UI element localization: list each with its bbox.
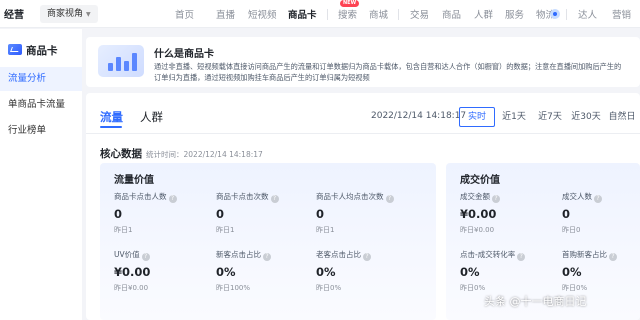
metric-value: 0% xyxy=(562,265,582,279)
active-tab-indicator xyxy=(100,126,122,128)
current-date: 2022/12/14 14:18:17 xyxy=(371,111,467,121)
metric-previous: 昨日1 xyxy=(216,226,235,234)
chart-icon xyxy=(8,44,22,55)
metric-label: 新客点击占比 xyxy=(216,250,261,259)
nav-item-goods[interactable]: 商品 xyxy=(442,7,461,21)
sidebar-item-traffic-analysis[interactable]: 流量分析 xyxy=(0,67,82,91)
metric-previous: 昨日0% xyxy=(562,284,588,292)
nav-item-home[interactable]: 首页 xyxy=(175,7,194,21)
metric-value: 0 xyxy=(562,207,571,221)
main-content: 什么是商品卡 通过非直播、短视频载体直接访问商品产生的流量和订单数据归为商品卡载… xyxy=(86,29,640,320)
watermark-text: 头条 @十一电商日记 xyxy=(484,295,587,308)
range-1day-button[interactable]: 近1天 xyxy=(496,107,532,127)
range-30day-button[interactable]: 近30天 xyxy=(568,107,604,127)
sidebar: 商品卡 流量分析 单商品卡流量 行业榜单 xyxy=(0,29,82,320)
metric-value: 0 xyxy=(114,207,123,221)
help-icon[interactable]: ? xyxy=(609,253,617,261)
metric-new-customer-click-ratio: 新客点击占比? 0% 昨日100% xyxy=(216,249,316,293)
sidebar-item-single-card-traffic[interactable]: 单商品卡流量 xyxy=(0,93,82,117)
metric-previous: 昨日0% xyxy=(316,284,342,292)
main-nav: 首页 直播 短视频 商品卡 NEW 搜索 商城 交易 商品 人群 服务 物流 达… xyxy=(0,0,640,28)
help-icon[interactable]: ? xyxy=(168,195,177,203)
metric-uv-value: UV价值? ¥0.00 昨日¥0.00 xyxy=(114,249,214,293)
metric-label: 商品卡点击人数 xyxy=(114,192,167,201)
core-data-title: 核心数据 xyxy=(100,148,142,160)
metric-label: 成交金额 xyxy=(460,192,490,201)
metric-value: 0 xyxy=(316,207,325,221)
range-natural-day-button[interactable]: 自然日 xyxy=(604,107,640,127)
deal-value-title: 成交价值 xyxy=(460,175,500,186)
help-icon[interactable]: ? xyxy=(594,195,602,203)
traffic-value-title: 流量价值 xyxy=(114,175,154,186)
help-icon[interactable]: ? xyxy=(141,253,150,261)
metric-previous: 昨日100% xyxy=(216,284,251,292)
nav-item-product-card[interactable]: 商品卡 xyxy=(288,7,317,21)
data-panel: 流量 人群 2022/12/14 14:18:17 实时 近1天 近7天 近30… xyxy=(86,93,640,320)
nav-item-short-video[interactable]: 短视频 xyxy=(248,7,277,21)
info-banner: 什么是商品卡 通过非直播、短视频载体直接访问商品产生的流量和订单数据归为商品卡载… xyxy=(86,37,640,87)
metric-label: 老客点击占比 xyxy=(316,250,361,259)
metric-previous: 昨日1 xyxy=(114,226,133,234)
metric-value: ¥0.00 xyxy=(114,265,151,279)
metric-click-deal-conversion: 点击-成交转化率? 0% 昨日0% xyxy=(460,249,560,293)
nav-item-audience[interactable]: 人群 xyxy=(474,7,493,21)
metric-card-click-users: 商品卡点击人数? 0 昨日1 xyxy=(114,191,214,235)
metric-previous: 昨日0 xyxy=(562,226,581,234)
range-7day-button[interactable]: 近7天 xyxy=(532,107,568,127)
nav-divider xyxy=(398,9,399,20)
metric-previous: 昨日¥0.00 xyxy=(460,226,495,234)
metric-label: 点击-成交转化率 xyxy=(460,250,516,259)
metric-previous: 昨日¥0.00 xyxy=(114,284,149,292)
nav-item-search[interactable]: 搜索 xyxy=(338,7,357,21)
new-badge: NEW xyxy=(340,0,360,7)
divider xyxy=(86,133,640,134)
nav-item-trade[interactable]: 交易 xyxy=(410,7,429,21)
metric-label: 商品卡点击次数 xyxy=(216,192,269,201)
top-nav-bar: 经营 商家视角 ▼ 首页 直播 短视频 商品卡 NEW 搜索 商城 交易 商品 人… xyxy=(0,0,640,28)
sidebar-heading-label: 商品卡 xyxy=(26,45,58,57)
stat-time: 统计时间：2022/12/14 14:18:17 xyxy=(146,150,263,159)
notification-dot-icon[interactable] xyxy=(550,9,560,19)
metric-first-buy-new-customer-ratio: 首购新客占比? 0% 昨日0% xyxy=(562,249,640,293)
metric-deal-amount: 成交金额? ¥0.00 昨日¥0.00 xyxy=(460,191,560,235)
sidebar-heading: 商品卡 xyxy=(8,43,58,58)
help-icon[interactable]: ? xyxy=(517,253,526,261)
help-icon[interactable]: ? xyxy=(363,253,371,261)
banner-description: 通过非直播、短视频载体直接访问商品产生的流量和订单数据归为商品卡载体，包含自营和… xyxy=(154,62,622,82)
help-icon[interactable]: ? xyxy=(385,195,394,203)
metric-previous: 昨日0% xyxy=(460,284,486,292)
help-icon[interactable]: ? xyxy=(492,195,500,203)
metric-label: UV价值 xyxy=(114,250,140,259)
metric-value: 0 xyxy=(216,207,225,221)
nav-divider xyxy=(327,9,328,20)
nav-item-marketing[interactable]: 营销 xyxy=(612,7,631,21)
metric-deal-users: 成交人数? 0 昨日0 xyxy=(562,191,640,235)
traffic-value-card: 流量价值 商品卡点击人数? 0 昨日1 商品卡点击次数? 0 昨日1 商品卡人均… xyxy=(100,163,436,320)
help-icon[interactable]: ? xyxy=(263,253,271,261)
sidebar-item-industry-ranking[interactable]: 行业榜单 xyxy=(0,119,82,143)
metric-card-avg-clicks: 商品卡人均点击次数? 0 昨日1 xyxy=(316,191,416,235)
metric-value: ¥0.00 xyxy=(460,207,497,221)
metric-old-customer-click-ratio: 老客点击占比? 0% 昨日0% xyxy=(316,249,416,293)
metric-card-click-count: 商品卡点击次数? 0 昨日1 xyxy=(216,191,316,235)
banner-title: 什么是商品卡 xyxy=(154,49,214,60)
tab-traffic[interactable]: 流量 xyxy=(100,109,123,125)
metric-label: 成交人数 xyxy=(562,192,592,201)
nav-item-creators[interactable]: 达人 xyxy=(578,7,597,21)
metric-label: 商品卡人均点击次数 xyxy=(316,192,384,201)
nav-divider xyxy=(566,9,567,20)
range-realtime-button[interactable]: 实时 xyxy=(459,107,495,127)
nav-item-mall[interactable]: 商城 xyxy=(369,7,388,21)
nav-item-service[interactable]: 服务 xyxy=(505,7,524,21)
bar-chart-illustration-icon xyxy=(98,45,144,77)
metric-value: 0% xyxy=(460,265,480,279)
tab-audience[interactable]: 人群 xyxy=(140,109,163,125)
metric-value: 0% xyxy=(316,265,336,279)
metric-value: 0% xyxy=(216,265,236,279)
help-icon[interactable]: ? xyxy=(270,195,279,203)
metric-label: 首购新客占比 xyxy=(562,250,607,259)
nav-item-live[interactable]: 直播 xyxy=(216,7,235,21)
metric-previous: 昨日1 xyxy=(316,226,335,234)
